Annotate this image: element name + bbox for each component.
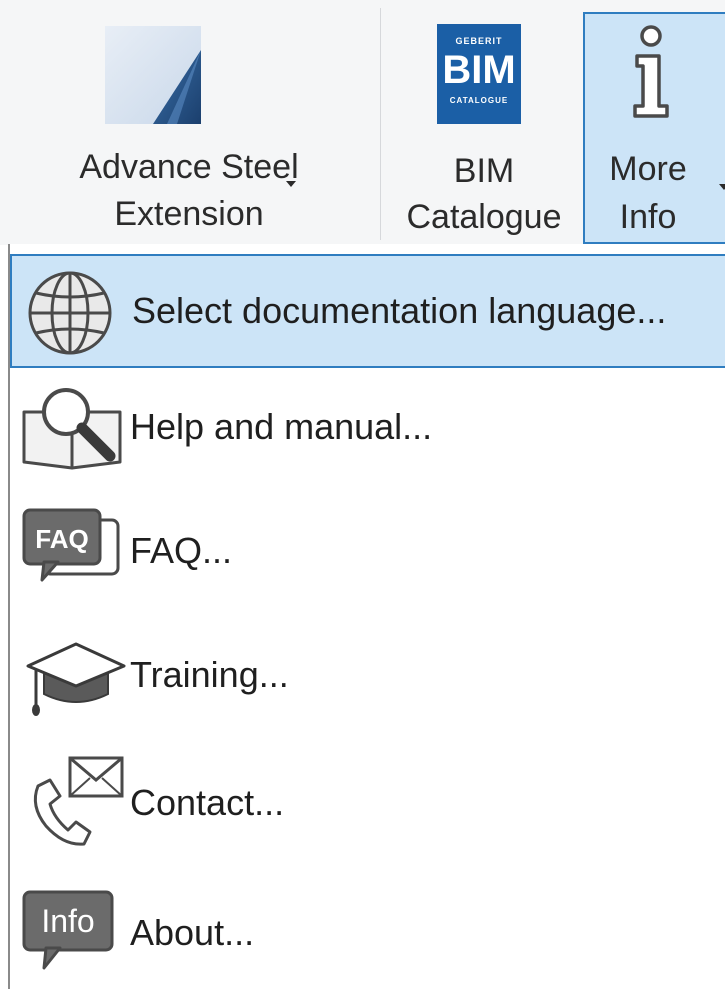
svg-text:FAQ: FAQ [35,524,88,554]
advance-steel-label-line1: Advance Steel [79,148,299,186]
geberit-bim-catalogue-icon: GEBERIT BIM CATALOGUE [437,24,521,124]
graduation-cap-icon [20,630,126,720]
book-magnifier-icon [20,382,126,472]
advance-steel-extension-button[interactable]: Advance Steel Extension [0,0,378,245]
menu-item-label: Training... [130,654,289,695]
bim-logo-top-text: GEBERIT [455,36,503,46]
menu-item-about[interactable]: Info About... [10,868,725,980]
bim-logo-main-text: BIM [442,48,516,92]
globe-icon [22,268,128,358]
menu-item-label: Select documentation language... [132,290,667,331]
faq-speech-bubble-icon: FAQ [20,506,126,596]
menu-item-training[interactable]: Training... [10,618,725,730]
menu-item-help-and-manual[interactable]: Help and manual... [10,370,725,482]
bim-catalogue-label-line2: Catalogue [406,198,562,236]
ribbon-divider [380,8,381,240]
menu-item-label: About... [130,912,255,953]
advance-steel-label-line2: Extension [114,195,264,233]
bim-logo-bottom-text: CATALOGUE [449,96,509,105]
bim-catalogue-label-line1: BIM [453,152,515,190]
menu-item-contact[interactable]: Contact... [10,744,725,856]
ribbon-panel: Advance Steel Extension GEBERIT BIM CATA… [0,0,725,245]
menu-item-label: FAQ... [130,530,233,571]
info-i-icon [619,22,683,122]
more-info-dropdown-menu: Select documentation language... Help an… [8,244,725,989]
svg-text:Info: Info [41,903,94,939]
menu-item-select-language[interactable]: Select documentation language... [10,254,725,368]
more-info-label-line2: Info [619,198,677,236]
dropdown-arrow-icon[interactable] [719,184,725,190]
info-bubble-icon: Info [20,880,126,970]
more-info-label-line1: More [609,150,687,188]
bim-catalogue-button[interactable]: GEBERIT BIM CATALOGUE BIM Catalogue [383,0,585,245]
phone-envelope-icon [20,752,126,846]
menu-item-label: Help and manual... [130,406,433,447]
more-info-button[interactable]: More Info [583,12,725,244]
advance-steel-icon [105,26,201,124]
menu-item-faq[interactable]: FAQ FAQ... [10,494,725,606]
app-window: Advance Steel Extension GEBERIT BIM CATA… [0,0,725,989]
menu-item-label: Contact... [130,782,285,823]
dropdown-arrow-icon[interactable] [286,181,296,187]
